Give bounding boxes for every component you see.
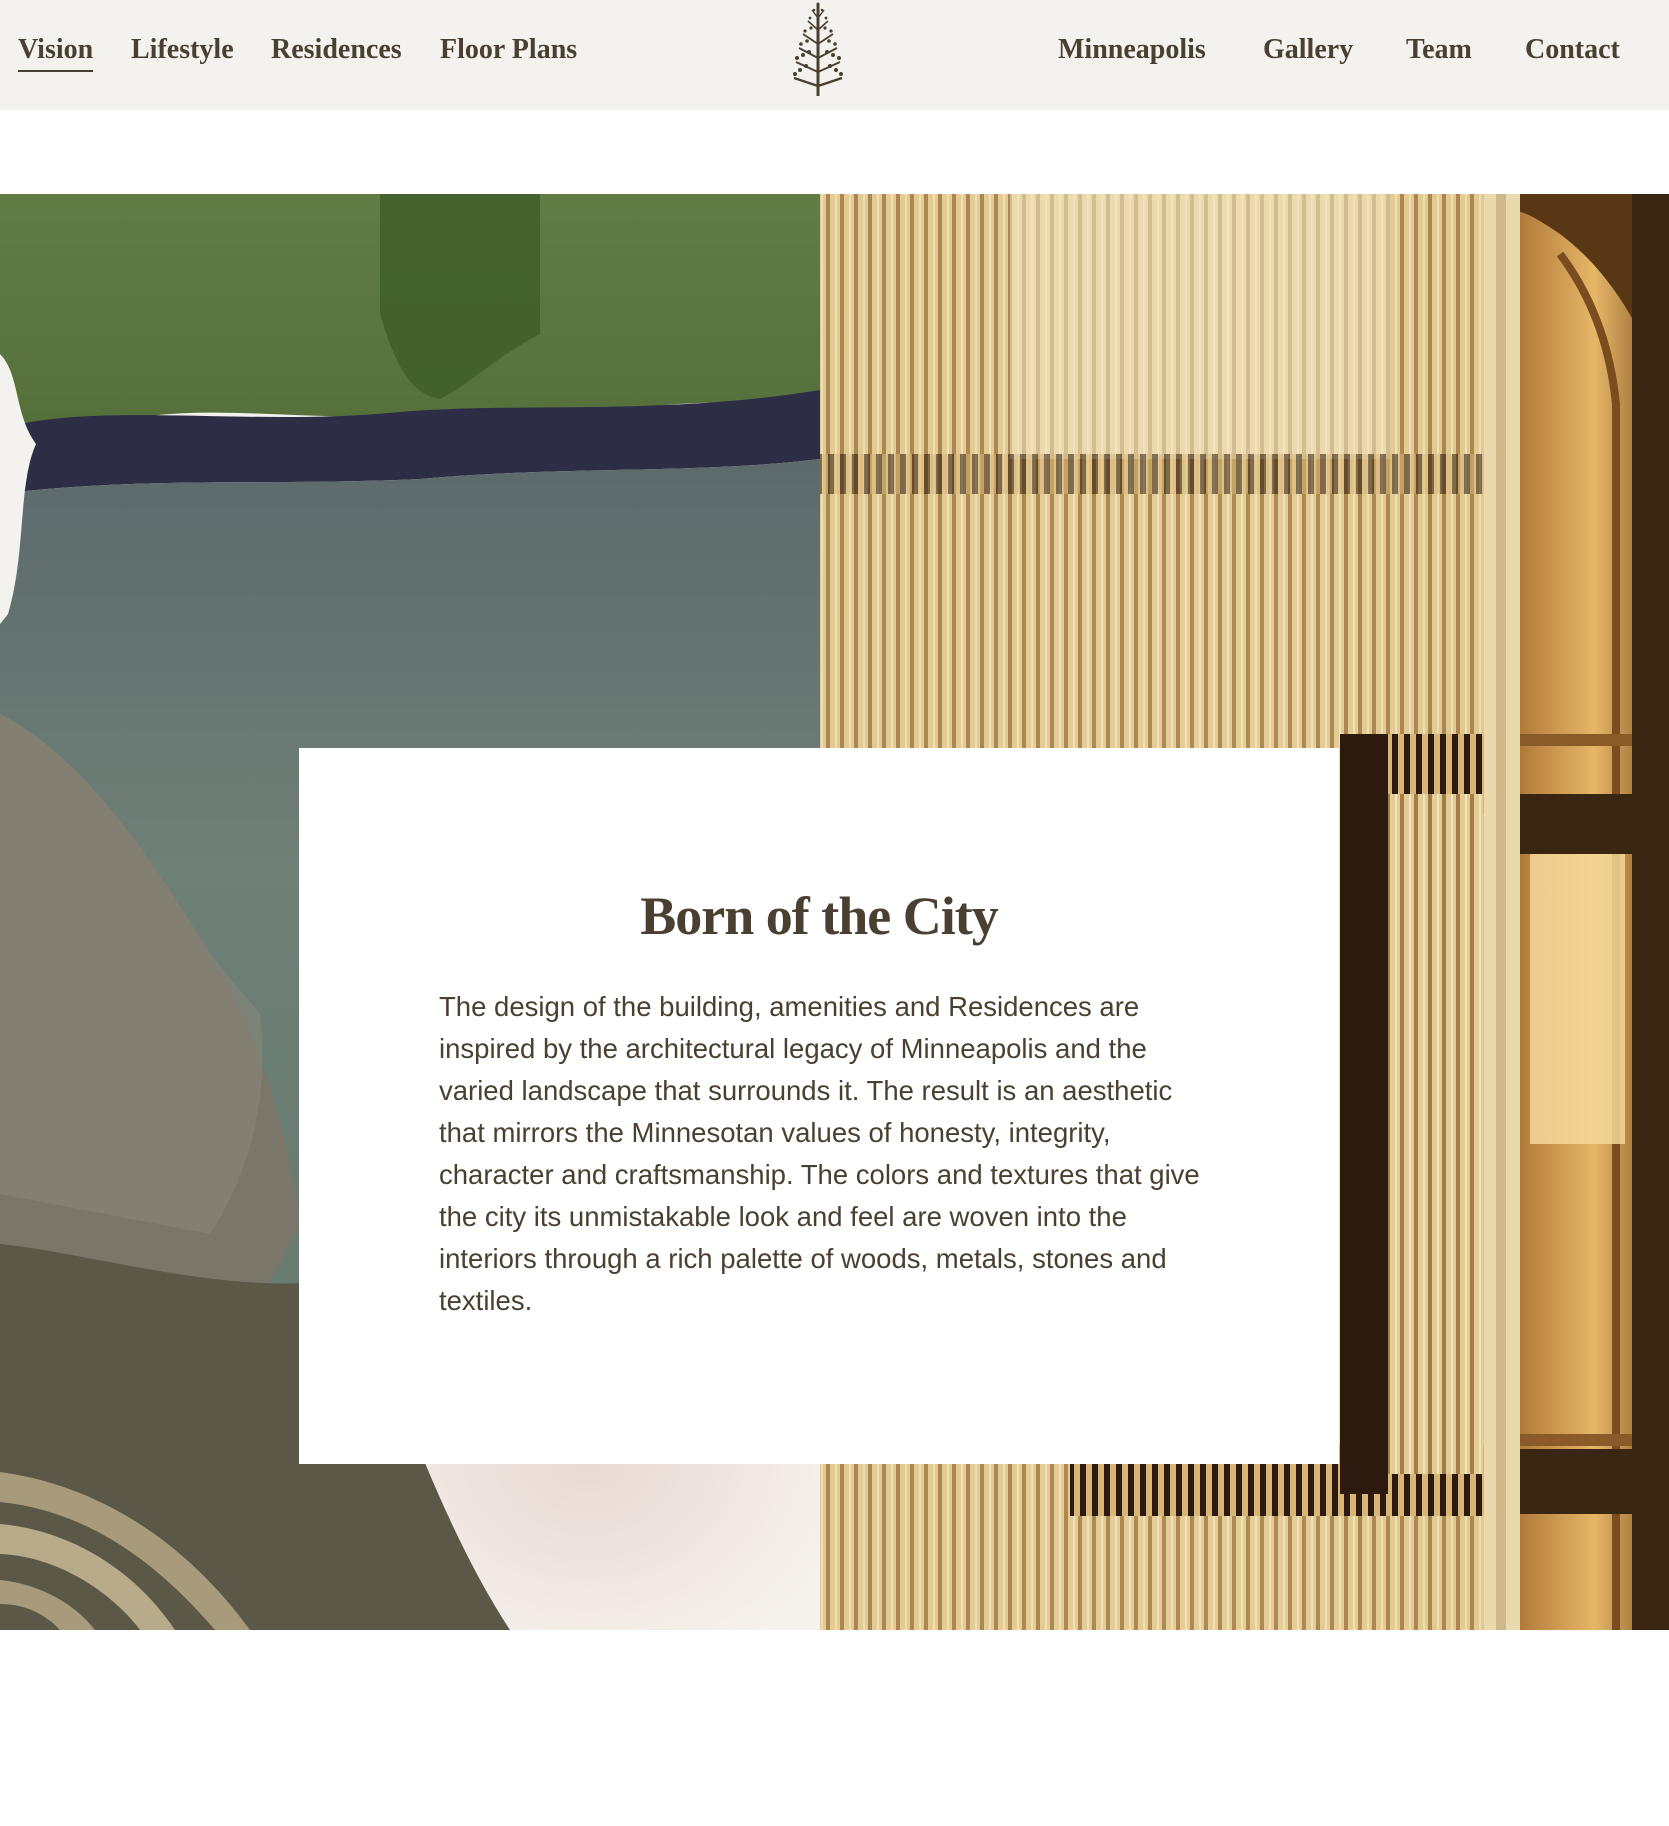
- hero-section: Born of the City The design of the build…: [0, 194, 1669, 1630]
- nav-link-floor-plans[interactable]: Floor Plans: [440, 30, 577, 70]
- nav-link-contact[interactable]: Contact: [1525, 30, 1620, 70]
- top-nav: Vision Lifestyle Residences Floor Plans: [0, 0, 1669, 110]
- nav-link-gallery[interactable]: Gallery: [1263, 30, 1353, 70]
- tree-logo-icon[interactable]: [784, 0, 852, 100]
- card-body-text: The design of the building, amenities an…: [439, 991, 1200, 1316]
- intro-card: Born of the City The design of the build…: [299, 748, 1339, 1464]
- nav-link-minneapolis[interactable]: Minneapolis: [1058, 30, 1206, 70]
- nav-link-residences[interactable]: Residences: [271, 30, 402, 70]
- card-title: Born of the City: [640, 886, 998, 946]
- nav-link-vision[interactable]: Vision: [18, 30, 94, 72]
- nav-link-team[interactable]: Team: [1406, 30, 1472, 70]
- nav-link-lifestyle[interactable]: Lifestyle: [131, 30, 234, 70]
